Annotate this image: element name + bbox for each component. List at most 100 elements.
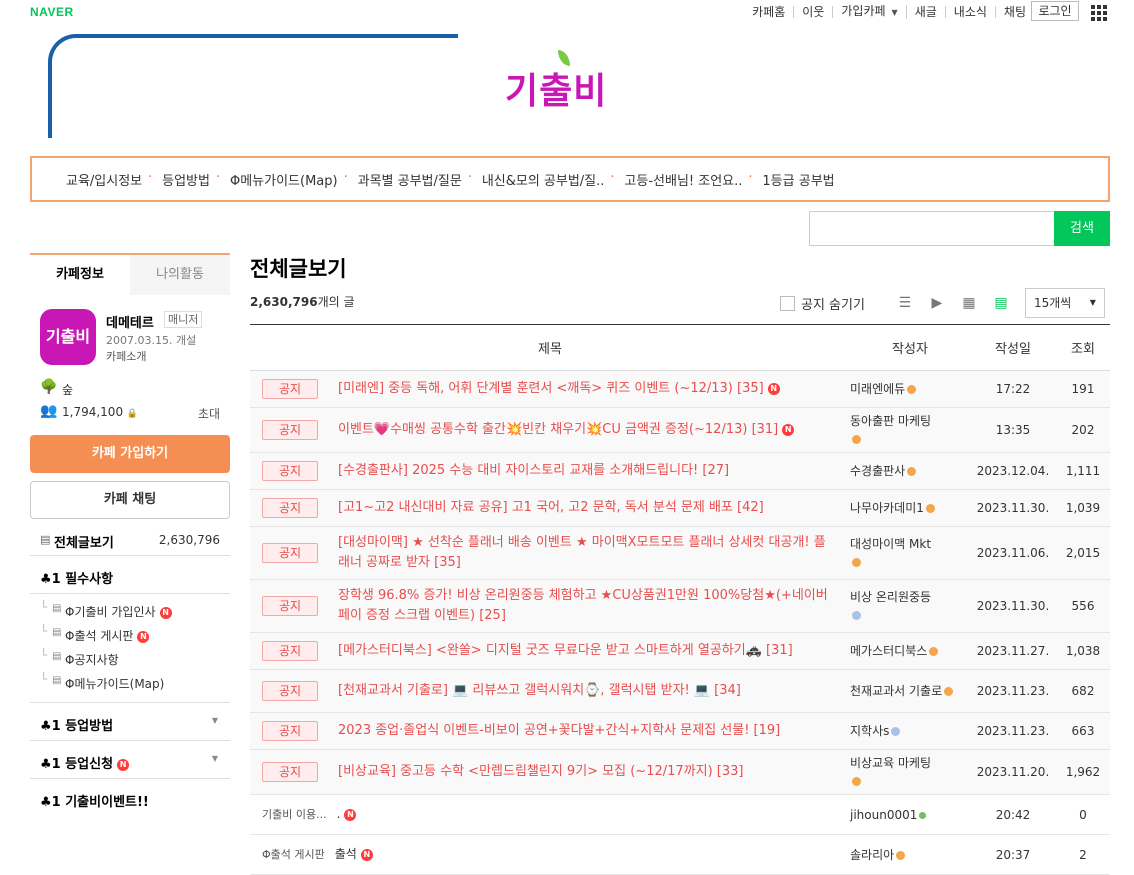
menu-group-levelup-request[interactable]: ♣1 등업신청 N ▼ — [30, 741, 230, 779]
tab-my-activity[interactable]: 나의활동 — [130, 255, 230, 295]
list-view-icon[interactable]: ☰ — [895, 293, 915, 313]
gnb-neighbors[interactable]: 이웃 — [794, 6, 834, 18]
post-title-link[interactable]: [고1~고2 내신대비 자료 공유] 고1 국어, 고2 문학, 독서 분석 문… — [338, 489, 850, 527]
manager-badge: 매니저 — [164, 311, 203, 328]
cafe-banner[interactable]: 기출비 — [30, 28, 1110, 146]
header-date: 작성일 — [970, 324, 1056, 371]
apps-grid-icon[interactable] — [1089, 3, 1107, 21]
per-page-select[interactable]: 15개씩 ▼ — [1024, 288, 1105, 318]
author-name[interactable]: 동아출판 마케팅 — [850, 407, 970, 453]
gnb-joined-cafes[interactable]: 가입카페 ▼ — [833, 4, 907, 19]
tree-icon: 🌳 — [40, 379, 58, 395]
cafe-rank: 🌳 숲 — [30, 375, 230, 399]
author-text: 수경출판사 — [850, 464, 906, 478]
post-title-link[interactable]: 출석 — [335, 847, 357, 861]
author-name[interactable]: 비상교육 마케팅 — [850, 749, 970, 795]
gnb-cafe-home[interactable]: 카페홈 — [744, 6, 795, 18]
tab-cafe-info[interactable]: 카페정보 — [30, 255, 130, 295]
board-notice[interactable]: └ ▤ Φ공지사항 — [30, 646, 230, 670]
play-view-icon[interactable]: ▶ — [927, 293, 947, 313]
post-title-link[interactable]: 이벤트💗수매씽 공통수학 출간💥빈칸 채우기💥CU 금액권 증정(~12/13)… — [338, 407, 850, 453]
menu-group-levelup[interactable]: ♣1 등업방법 ▼ — [30, 703, 230, 741]
author-text: 대성마이맥 Mkt — [850, 537, 932, 551]
topnav-item[interactable]: 내신&모의 공부법/질.. — [468, 170, 615, 189]
topnav-item[interactable]: 등업방법 — [148, 170, 220, 189]
menu-group-required[interactable]: ♣1 필수사항 — [30, 556, 230, 594]
sidebar-all-posts[interactable]: ▤ 전체글보기 2,630,796 — [30, 522, 230, 556]
sidebar: 카페정보 나의활동 기출비 데메테르 매니저 2007.03.15. 개설 카페… — [30, 253, 230, 817]
author-name[interactable]: 나무아카데미1 — [850, 489, 970, 527]
post-title-link[interactable]: [미래엔] 중등 독해, 어휘 단계별 훈련서 <깨독> 퀴즈 이벤트 (~12… — [338, 370, 850, 408]
board-join-greeting[interactable]: └ ▤ Φ기출비 가입인사 N — [30, 598, 230, 622]
post-title-link[interactable]: [메가스터디북스] <완쏠> 디지털 굿즈 무료다운 받고 스마트하게 열공하기… — [338, 632, 850, 670]
member-level-icon — [925, 504, 935, 513]
author-text: 비상 온리원중등 — [850, 590, 932, 604]
cafe-search-input[interactable] — [809, 211, 1055, 246]
post-views: 2,015 — [1056, 526, 1110, 580]
topnav-item[interactable]: 교육/입시정보 — [56, 170, 152, 189]
topnav-item[interactable]: 고등-선배님! 조언요.. — [610, 170, 752, 189]
author-text: jihoun0001 — [850, 807, 918, 822]
login-button[interactable]: 로그인 — [1031, 1, 1079, 21]
post-date: 2023.11.30. — [970, 579, 1056, 633]
gnb-joined-cafes-label: 가입카페 — [841, 4, 886, 18]
new-badge-icon: N — [159, 606, 172, 619]
grid-view-icon[interactable]: ▦ — [959, 293, 979, 313]
chevron-down-icon: ▼ — [211, 716, 218, 725]
post-count: 2,630,796개의 글 — [250, 293, 355, 310]
post-date: 2023.11.23. — [970, 669, 1056, 713]
menu-group-event[interactable]: ♣1 기출비이벤트!! — [30, 779, 230, 817]
tree-branch-icon: └ — [40, 672, 48, 686]
post-title-link[interactable]: 장학생 96.8% 증가! 비상 온리원중등 체험하고 ★CU상품권1만원 10… — [338, 579, 850, 633]
topnav-item[interactable]: 1등급 공부법 — [748, 170, 844, 189]
notice-badge: 공지 — [262, 762, 318, 782]
topnav-item[interactable]: 과목별 공부법/질문 — [344, 170, 472, 189]
notice-row: 공지 [메가스터디북스] <완쏠> 디지털 굿즈 무료다운 받고 스마트하게 열… — [250, 632, 1110, 670]
post-date: 20:42 — [970, 794, 1056, 835]
new-badge-icon: N — [344, 808, 357, 821]
author-name[interactable]: 수경출판사 — [850, 452, 970, 490]
gnb-chat[interactable]: 채팅 — [996, 6, 1034, 18]
notice-badge: 공지 — [262, 641, 318, 661]
post-views: 202 — [1056, 407, 1110, 453]
gnb-new-posts[interactable]: 새글 — [907, 6, 946, 18]
member-count-value[interactable]: 1,794,100 🔒 — [62, 405, 138, 419]
text-view-icon[interactable]: ▤ — [991, 293, 1011, 313]
invite-link[interactable]: 초대 — [198, 405, 220, 422]
post-title-link[interactable]: [대성마이맥] ★ 선착순 플래너 배송 이벤트 ★ 마이맥X모트모트 플래너 … — [338, 526, 850, 580]
notice-row: 공지 [수경출판사] 2025 수능 대비 자이스토리 교재를 소개해드립니다!… — [250, 452, 1110, 490]
author-name[interactable]: 지학사s — [850, 712, 970, 750]
join-cafe-button[interactable]: 카페 가입하기 — [30, 435, 230, 473]
post-title-link[interactable]: . — [337, 807, 341, 821]
author-text: 지학사s — [850, 724, 890, 738]
cafe-avatar[interactable]: 기출비 — [40, 309, 96, 365]
topnav-item[interactable]: Φ메뉴가이드(Map) — [216, 170, 348, 189]
author-name[interactable]: 미래엔에듀 — [850, 370, 970, 408]
document-icon: ▤ — [52, 651, 62, 662]
manager-name[interactable]: 데메테르 — [106, 312, 154, 331]
author-name[interactable]: jihoun0001 — [850, 794, 970, 835]
hide-notice-label[interactable]: 공지 숨기기 — [801, 294, 865, 313]
post-title-link[interactable]: [천재교과서 기출로] 💻 리뷰쓰고 갤럭시워치⌚, 갤럭시탭 받자! 💻 [3… — [338, 669, 850, 713]
author-name[interactable]: 천재교과서 기출로 — [850, 669, 970, 713]
hide-notice-checkbox[interactable] — [780, 295, 795, 311]
board-link[interactable]: 기출비 이용... — [262, 808, 327, 821]
cafe-chat-button[interactable]: 카페 채팅 — [30, 481, 230, 519]
board-link[interactable]: Φ출석 게시판 — [262, 848, 325, 861]
board-attendance[interactable]: └ ▤ Φ출석 게시판 N — [30, 622, 230, 646]
author-name[interactable]: 대성마이맥 Mkt — [850, 526, 970, 580]
author-name[interactable]: 메가스터디북스 — [850, 632, 970, 670]
cafe-intro-link[interactable]: 카페소개 — [106, 348, 146, 364]
menu-group-label: ♣1 기출비이벤트!! — [40, 795, 149, 810]
gnb-my-news[interactable]: 내소식 — [946, 6, 996, 18]
member-level-icon — [907, 385, 917, 394]
member-level-icon — [852, 558, 861, 567]
author-name[interactable]: 비상 온리원중등 — [850, 579, 970, 633]
board-menu-guide[interactable]: └ ▤ Φ메뉴가이드(Map) — [30, 670, 230, 694]
post-title-link[interactable]: 2023 종업·졸업식 이벤트-비보이 공연+꽃다발+간식+지학사 문제집 선물… — [338, 712, 850, 750]
post-title-link[interactable]: [수경출판사] 2025 수능 대비 자이스토리 교재를 소개해드립니다! [2… — [338, 452, 850, 490]
naver-logo[interactable]: NAVER — [30, 5, 74, 19]
member-level-icon — [852, 777, 861, 786]
post-title-link[interactable]: [비상교육] 중고등 수학 <만렙드림챌린지 9기> 모집 (~12/17까지)… — [338, 749, 850, 795]
search-button[interactable]: 검색 — [1054, 211, 1110, 246]
